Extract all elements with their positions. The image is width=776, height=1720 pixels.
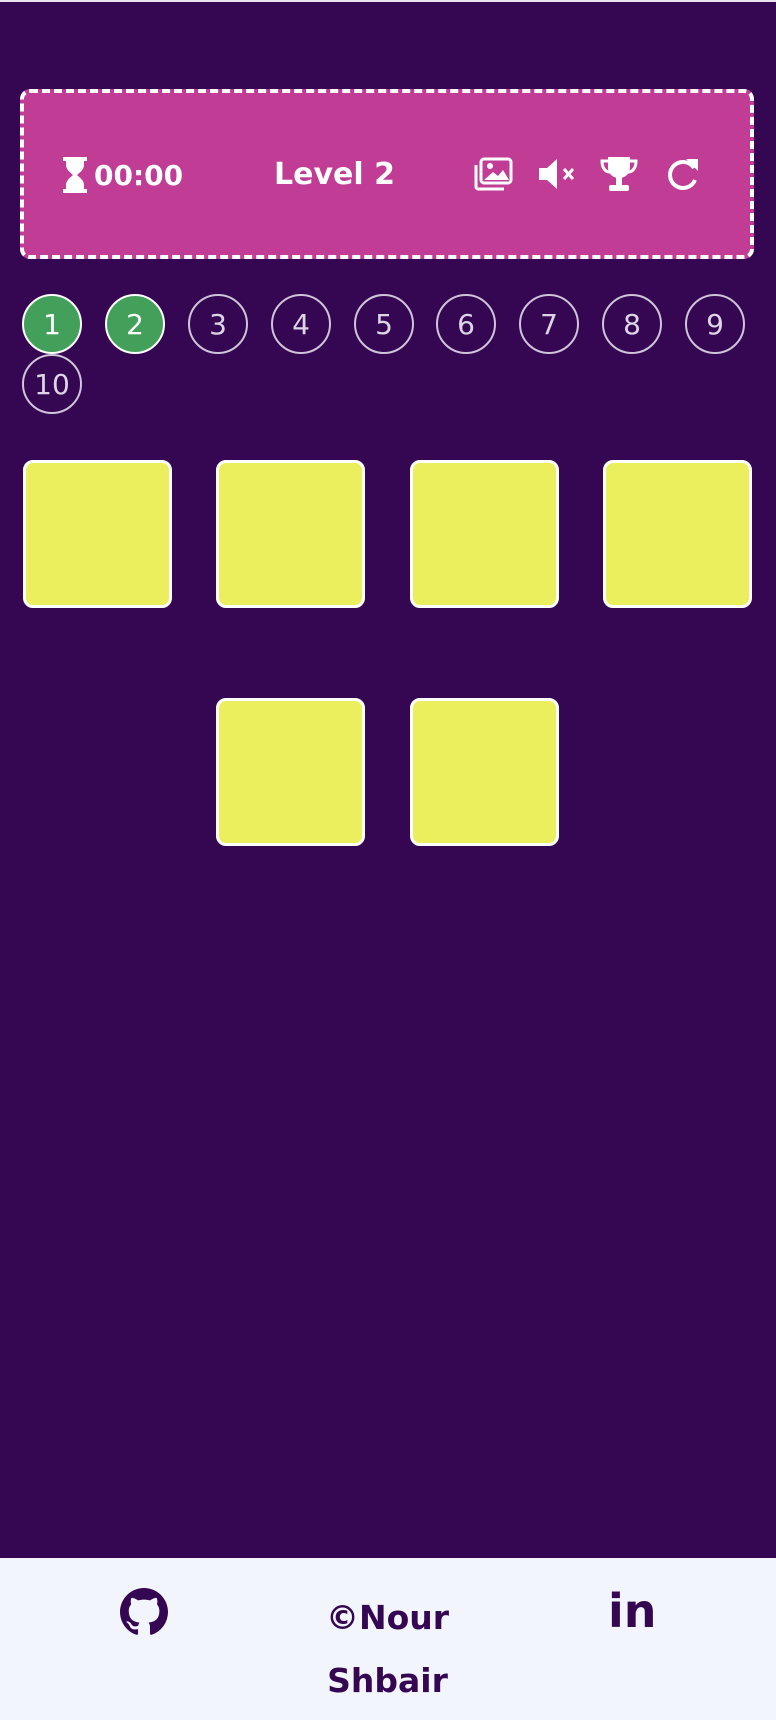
level-3-button[interactable]: 3 <box>188 294 248 354</box>
mute-icon[interactable] <box>534 151 580 197</box>
level-9-button[interactable]: 9 <box>685 294 745 354</box>
memory-card[interactable] <box>23 460 172 608</box>
timer: 00:00 <box>60 155 183 195</box>
restart-icon[interactable] <box>660 151 706 197</box>
top-divider <box>0 0 776 2</box>
level-8-button[interactable]: 8 <box>602 294 662 354</box>
level-5-button[interactable]: 5 <box>354 294 414 354</box>
github-icon[interactable] <box>120 1588 168 1636</box>
memory-card[interactable] <box>410 698 559 846</box>
trophy-icon[interactable] <box>596 151 642 197</box>
memory-card[interactable] <box>216 698 365 846</box>
level-6-button[interactable]: 6 <box>436 294 496 354</box>
linkedin-icon[interactable]: in <box>608 1584 657 1638</box>
timer-value: 00:00 <box>94 158 184 192</box>
level-2-button[interactable]: 2 <box>105 294 165 354</box>
memory-card[interactable] <box>216 460 365 608</box>
hourglass-icon <box>63 157 87 193</box>
level-1-button[interactable]: 1 <box>22 294 82 354</box>
level-7-button[interactable]: 7 <box>519 294 579 354</box>
game-header: 00:00 Level 2 <box>20 89 754 259</box>
footer: ©Nour Shbair in <box>0 1558 776 1720</box>
level-title: Level 2 <box>274 157 395 192</box>
author-credit: ©Nour Shbair <box>325 1598 450 1700</box>
level-10-button[interactable]: 10 <box>22 354 82 414</box>
memory-card[interactable] <box>410 460 559 608</box>
image-icon[interactable] <box>470 151 516 197</box>
level-4-button[interactable]: 4 <box>271 294 331 354</box>
memory-card[interactable] <box>603 460 752 608</box>
